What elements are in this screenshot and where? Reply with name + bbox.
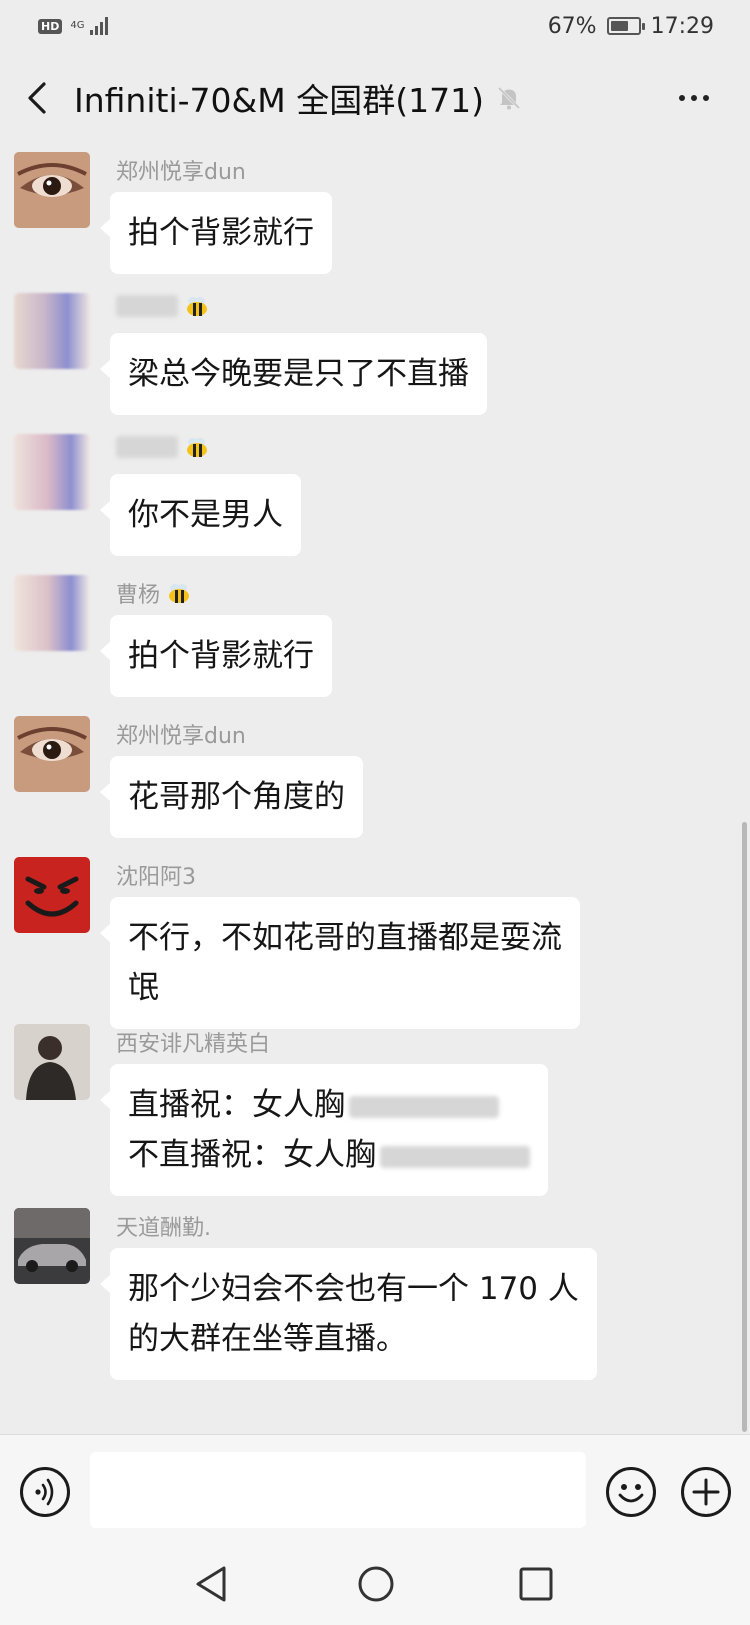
more-dot — [691, 95, 697, 101]
message-text: 你不是男人 — [128, 497, 283, 533]
message-text: 的大群在坐等直播。 — [128, 1321, 407, 1357]
system-nav-bar — [0, 1544, 750, 1625]
blurred-text — [380, 1145, 530, 1168]
sender-name — [116, 295, 210, 317]
message-text: 那个少妇会不会也有一个 170 人 — [128, 1271, 579, 1307]
avatar[interactable] — [14, 575, 90, 651]
bell-muted-icon — [497, 86, 521, 110]
avatar-eye-image — [14, 716, 90, 792]
person-photo-image — [14, 1024, 90, 1100]
message-list[interactable]: 郑州悦享dun 拍个背影就行 梁总今晚要是只了不直播 你不是男人 曹杨 拍个背影… — [0, 144, 750, 1434]
more-options-button[interactable] — [664, 52, 724, 144]
emoji-icon — [618, 1484, 644, 1503]
sender-name — [116, 436, 210, 458]
bee-icon — [169, 584, 190, 603]
avatar[interactable] — [14, 152, 90, 228]
chat-header: Infiniti-70&M 全国群(171) — [0, 52, 750, 144]
message-text: 拍个背影就行 — [128, 215, 314, 251]
blurred-text — [349, 1095, 499, 1118]
triangle-back-icon[interactable] — [190, 1560, 238, 1608]
message-line: 不直播祝：女人胸 — [128, 1130, 530, 1180]
message-bubble[interactable]: 梁总今晚要是只了不直播 — [100, 333, 487, 415]
battery-icon — [606, 17, 645, 35]
clock: 17:29 — [650, 13, 714, 39]
more-dot — [679, 95, 685, 101]
chevron-left-icon — [28, 82, 46, 114]
signal-icon — [90, 17, 109, 35]
message-bubble[interactable]: 那个少妇会不会也有一个 170 人 的大群在坐等直播。 — [100, 1248, 597, 1380]
avatar[interactable] — [14, 434, 90, 510]
status-left: HD 4G — [38, 17, 109, 35]
message-bubble[interactable]: 拍个背影就行 — [100, 192, 332, 274]
plus-button[interactable] — [681, 1467, 731, 1517]
avatar[interactable] — [14, 1024, 90, 1100]
status-right: 67% 17:29 — [548, 14, 714, 39]
battery-fill — [610, 21, 628, 31]
message-line: 直播祝：女人胸 — [128, 1080, 530, 1130]
sender-name: 天道酬勤. — [116, 1216, 211, 1241]
message-input[interactable] — [90, 1452, 586, 1528]
avatar[interactable] — [14, 1208, 90, 1284]
input-bar — [0, 1434, 750, 1544]
blurred-name — [116, 295, 178, 317]
sender-name: 曹杨 — [116, 577, 192, 609]
message-bubble[interactable]: 花哥那个角度的 — [100, 756, 363, 838]
avatar[interactable] — [14, 716, 90, 792]
blurred-name — [116, 436, 178, 458]
message-text: 直播祝：女人胸 — [128, 1087, 345, 1123]
sender-name: 郑州悦享dun — [116, 160, 246, 185]
message-text: 氓 — [128, 970, 159, 1006]
devil-face-icon — [14, 857, 90, 933]
sender-name: 郑州悦享dun — [116, 724, 246, 749]
back-button[interactable] — [0, 52, 74, 144]
message-text: 梁总今晚要是只了不直播 — [128, 356, 469, 392]
message-bubble[interactable]: 拍个背影就行 — [100, 615, 332, 697]
square-recent-icon[interactable] — [512, 1560, 560, 1608]
sender-name: 西安诽凡精英白 — [116, 1032, 271, 1057]
sender-name: 沈阳阿3 — [116, 865, 196, 890]
avatar[interactable] — [14, 857, 90, 933]
message-bubble[interactable]: 直播祝：女人胸 不直播祝：女人胸 — [100, 1064, 548, 1196]
circle-home-icon[interactable] — [352, 1560, 400, 1608]
hd-badge: HD — [38, 18, 63, 34]
emoji-button[interactable] — [606, 1467, 656, 1517]
avatar[interactable] — [14, 293, 90, 369]
message-text: 不行，不如花哥的直播都是耍流 — [128, 920, 562, 956]
bee-icon — [187, 297, 207, 316]
voice-button[interactable] — [20, 1467, 70, 1517]
network-type: 4G — [70, 20, 85, 31]
bee-icon — [187, 438, 207, 457]
avatar-eye-image — [14, 152, 90, 228]
plus-icon — [692, 1478, 720, 1506]
message-bubble[interactable]: 你不是男人 — [100, 474, 301, 556]
message-text: 花哥那个角度的 — [128, 779, 345, 815]
battery-percent: 67% — [547, 13, 597, 39]
status-bar: HD 4G 67% 17:29 — [0, 0, 750, 52]
message-text: 不直播祝：女人胸 — [128, 1137, 376, 1173]
chat-title: Infiniti-70&M 全国群(171) — [74, 81, 484, 120]
scrollbar[interactable] — [742, 822, 747, 1432]
message-text: 拍个背影就行 — [128, 638, 314, 674]
message-bubble[interactable]: 不行，不如花哥的直播都是耍流 氓 — [100, 897, 580, 1029]
voice-icon — [35, 1478, 54, 1506]
car-photo-image — [14, 1208, 90, 1284]
more-dot — [703, 95, 709, 101]
